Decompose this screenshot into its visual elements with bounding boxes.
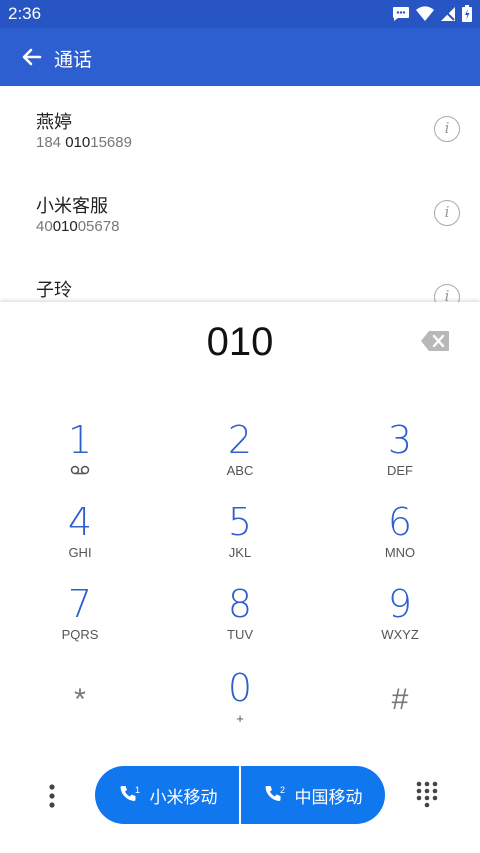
page-title: 通话: [54, 49, 93, 71]
key-hash[interactable]: #: [340, 668, 460, 738]
key-star[interactable]: *: [20, 668, 140, 738]
key-7[interactable]: 7 PQRS: [20, 584, 140, 654]
number-match-highlight: 010: [65, 134, 91, 151]
more-vertical-icon: [49, 784, 55, 808]
battery-charging-icon: [462, 5, 472, 22]
call-sim2-label: 中国移动: [294, 787, 363, 808]
status-icons: [392, 5, 472, 22]
svg-text:1: 1: [135, 785, 140, 795]
key-6[interactable]: 6 MNO: [340, 502, 460, 572]
dialed-number[interactable]: 010: [0, 320, 480, 365]
info-icon[interactable]: i: [434, 200, 460, 226]
number-match-highlight: 010: [52, 218, 78, 235]
call-sim1-label: 小米移动: [149, 787, 218, 808]
contact-item[interactable]: 燕婷 184 01015689 i: [0, 86, 480, 170]
key-2[interactable]: 2 ABC: [180, 420, 300, 490]
key-3[interactable]: 3 DEF: [340, 420, 460, 490]
info-icon[interactable]: i: [434, 116, 460, 142]
backspace-button[interactable]: [420, 330, 450, 352]
call-button-group: 1 小米移动 2 中国移动: [95, 766, 385, 824]
back-button[interactable]: [18, 43, 46, 71]
call-sim1-button[interactable]: 1 小米移动: [95, 766, 240, 824]
message-icon: [393, 6, 409, 21]
svg-text:2: 2: [280, 785, 285, 795]
info-icon[interactable]: i: [434, 284, 460, 302]
key-4[interactable]: 4 GHI: [20, 502, 140, 572]
call-sim2-button[interactable]: 2 中国移动: [240, 766, 385, 824]
contact-name: 小米客服: [36, 196, 108, 217]
key-5[interactable]: 5 JKL: [180, 502, 300, 572]
key-8[interactable]: 8 TUV: [180, 584, 300, 654]
phone-icon: 2: [265, 785, 285, 801]
contact-number: 4001005678: [36, 218, 120, 235]
back-arrow-icon: [22, 48, 42, 66]
contact-name: 燕婷: [36, 112, 72, 133]
status-time: 2:36: [8, 4, 42, 23]
app-bar: 通话: [0, 28, 480, 86]
status-bar: 2:36: [0, 0, 480, 28]
contact-name: 子玲: [36, 280, 72, 301]
dialpad-panel: 010 1 2 ABC 3 DEF 4 GHI 5 JKL 6 MNO 7 PQ…: [0, 302, 480, 853]
contact-suggestion-list: 燕婷 184 01015689 i 小米客服 4001005678 i 子玲 i: [0, 86, 480, 302]
dialpad-icon: [416, 781, 438, 808]
key-1[interactable]: 1: [20, 420, 140, 490]
dialpad-toggle-button[interactable]: [414, 780, 440, 810]
no-signal-icon: [441, 6, 455, 21]
contact-item[interactable]: 小米客服 4001005678 i: [0, 170, 480, 254]
more-options-button[interactable]: [40, 782, 64, 810]
wifi-icon: [416, 5, 434, 21]
key-0[interactable]: 0 +: [180, 668, 300, 738]
contact-number: 184 01015689: [36, 134, 132, 151]
voicemail-icon: [20, 463, 140, 478]
phone-icon: 1: [120, 785, 140, 801]
key-9[interactable]: 9 WXYZ: [340, 584, 460, 654]
contact-item[interactable]: 子玲 i: [0, 254, 480, 302]
backspace-icon: [421, 331, 449, 351]
